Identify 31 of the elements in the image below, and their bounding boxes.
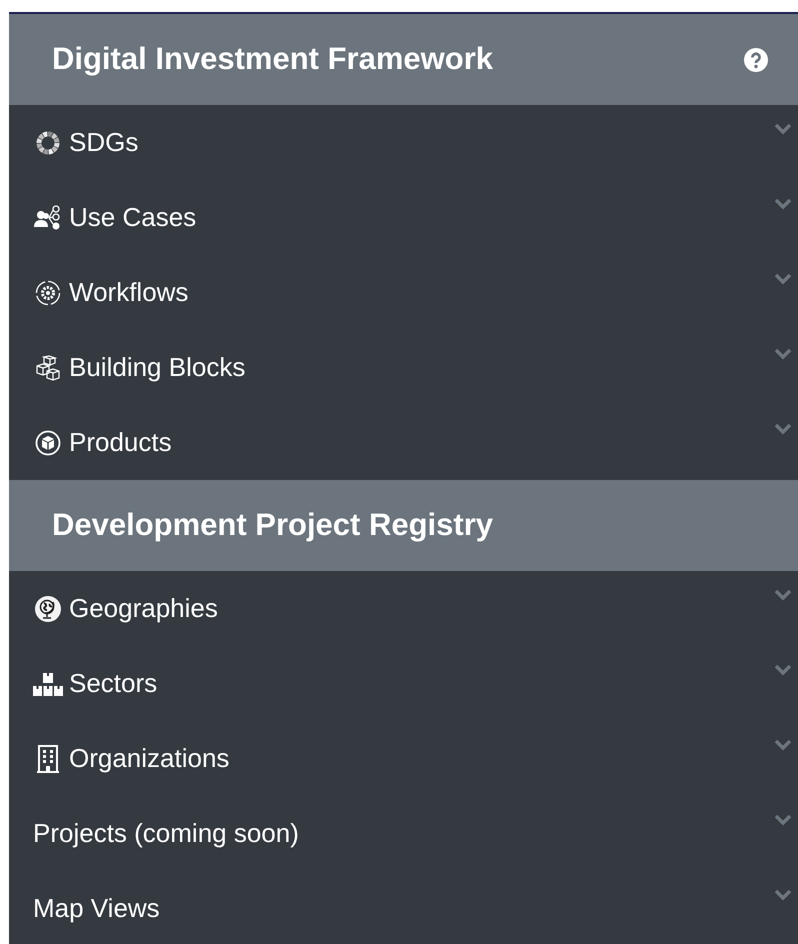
- chevron-down-icon[interactable]: [774, 589, 792, 601]
- chevron-down-icon[interactable]: [774, 348, 792, 360]
- chevron-down-icon[interactable]: [774, 739, 792, 751]
- help-icon[interactable]: [744, 48, 768, 72]
- menu-item[interactable]: Organizations: [69, 739, 230, 778]
- menu-item[interactable]: Building Blocks: [69, 348, 246, 387]
- menu-item[interactable]: Sectors: [69, 664, 158, 703]
- chevron-down-icon[interactable]: [774, 664, 792, 676]
- chevron-down-icon[interactable]: [774, 889, 792, 901]
- people-nodes-icon: [34, 204, 62, 230]
- chevron-down-icon[interactable]: [774, 814, 792, 826]
- menu-item[interactable]: Use Cases: [69, 198, 196, 237]
- menu-item[interactable]: Products: [69, 423, 172, 462]
- gear-cycle-icon: [35, 280, 61, 306]
- boxes-icon: [33, 670, 63, 696]
- chevron-down-icon[interactable]: [774, 423, 792, 435]
- cubes-icon: [35, 354, 61, 380]
- menu-item[interactable]: SDGs: [69, 123, 138, 162]
- chevron-down-icon[interactable]: [774, 123, 792, 135]
- section-title: Development Project Registry: [52, 506, 494, 544]
- section-title: Digital Investment Framework: [52, 40, 494, 78]
- chevron-down-icon[interactable]: [774, 198, 792, 210]
- chevron-down-icon[interactable]: [774, 273, 792, 285]
- globe-icon: [35, 596, 61, 622]
- menu-item[interactable]: Projects (coming soon): [33, 814, 299, 853]
- menu-item[interactable]: Map Views: [33, 889, 160, 928]
- menu-item[interactable]: Geographies: [69, 589, 218, 628]
- sdg-ring-icon: [35, 130, 61, 156]
- building-icon: [37, 744, 59, 772]
- menu-item[interactable]: Workflows: [69, 273, 188, 312]
- cube-circle-icon: [35, 430, 61, 456]
